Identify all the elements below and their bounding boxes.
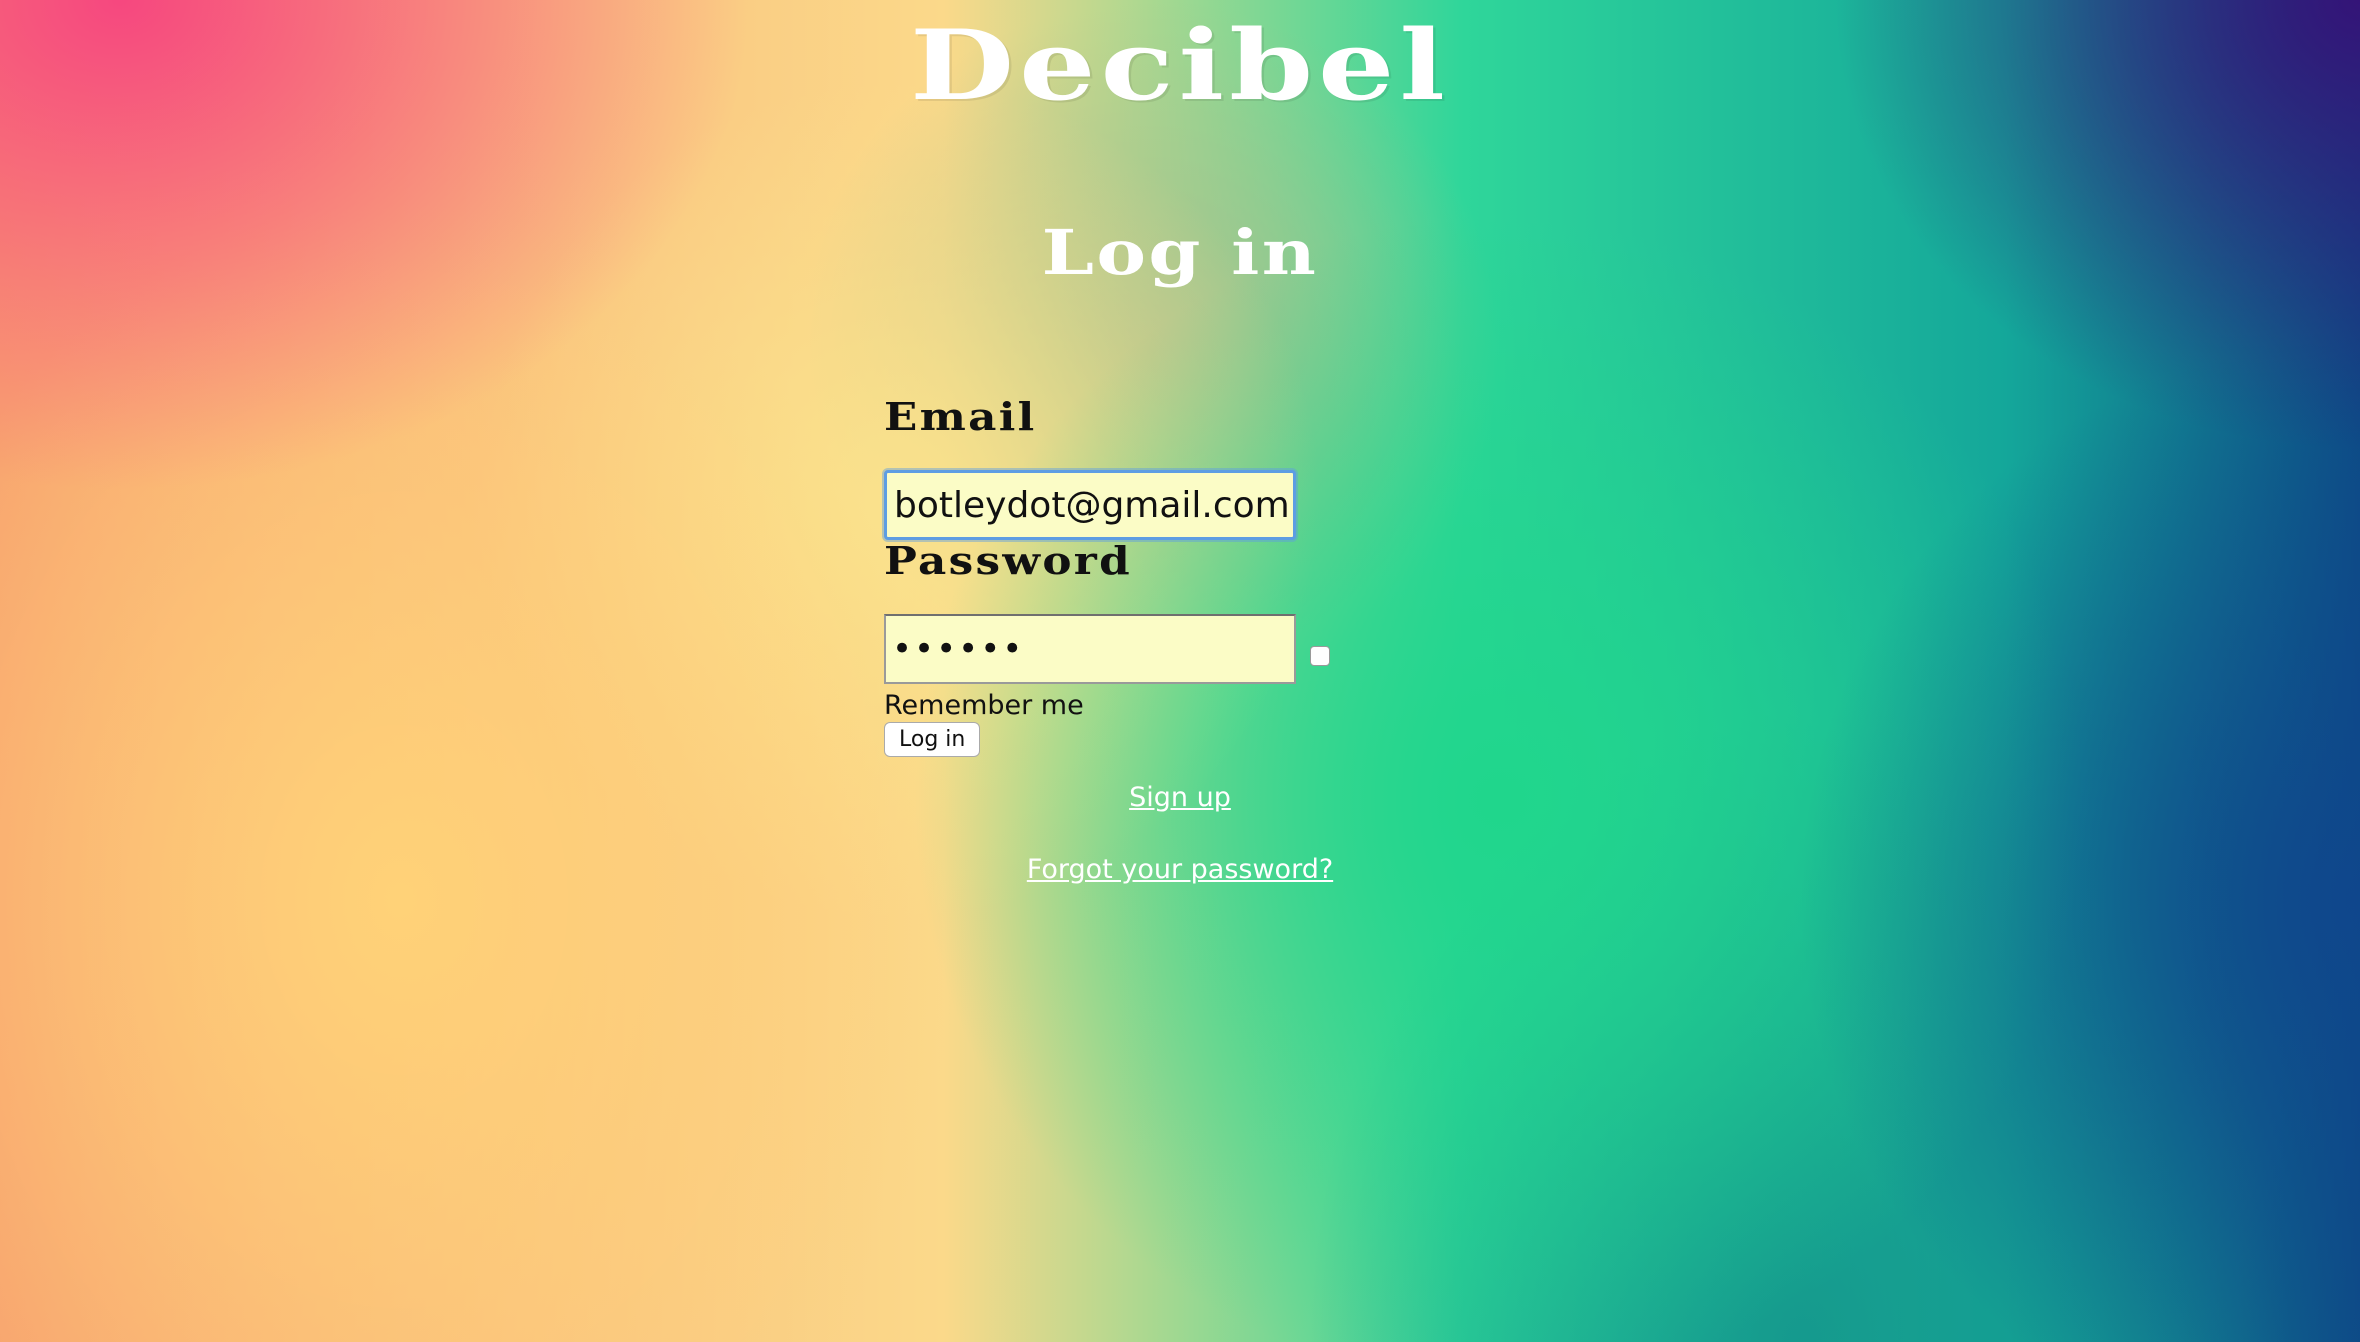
password-field-value: •••••• [892,629,1025,669]
login-button[interactable]: Log in [884,722,981,757]
password-field[interactable]: •••••• [884,614,1296,684]
email-label: Email [884,394,1037,439]
email-field-value: botleydot@gmail.com [894,484,1290,526]
remember-me-checkbox[interactable] [1310,646,1330,666]
app-logo-title: Decibel [910,9,1450,122]
remember-me-label: Remember me [884,690,1084,721]
password-label: Password [884,538,1132,583]
forgot-password-link[interactable]: Forgot your password? [0,854,2360,885]
page-title: Log in [1041,216,1319,289]
sign-up-link[interactable]: Sign up [0,782,2360,813]
email-field[interactable]: botleydot@gmail.com [884,470,1296,540]
